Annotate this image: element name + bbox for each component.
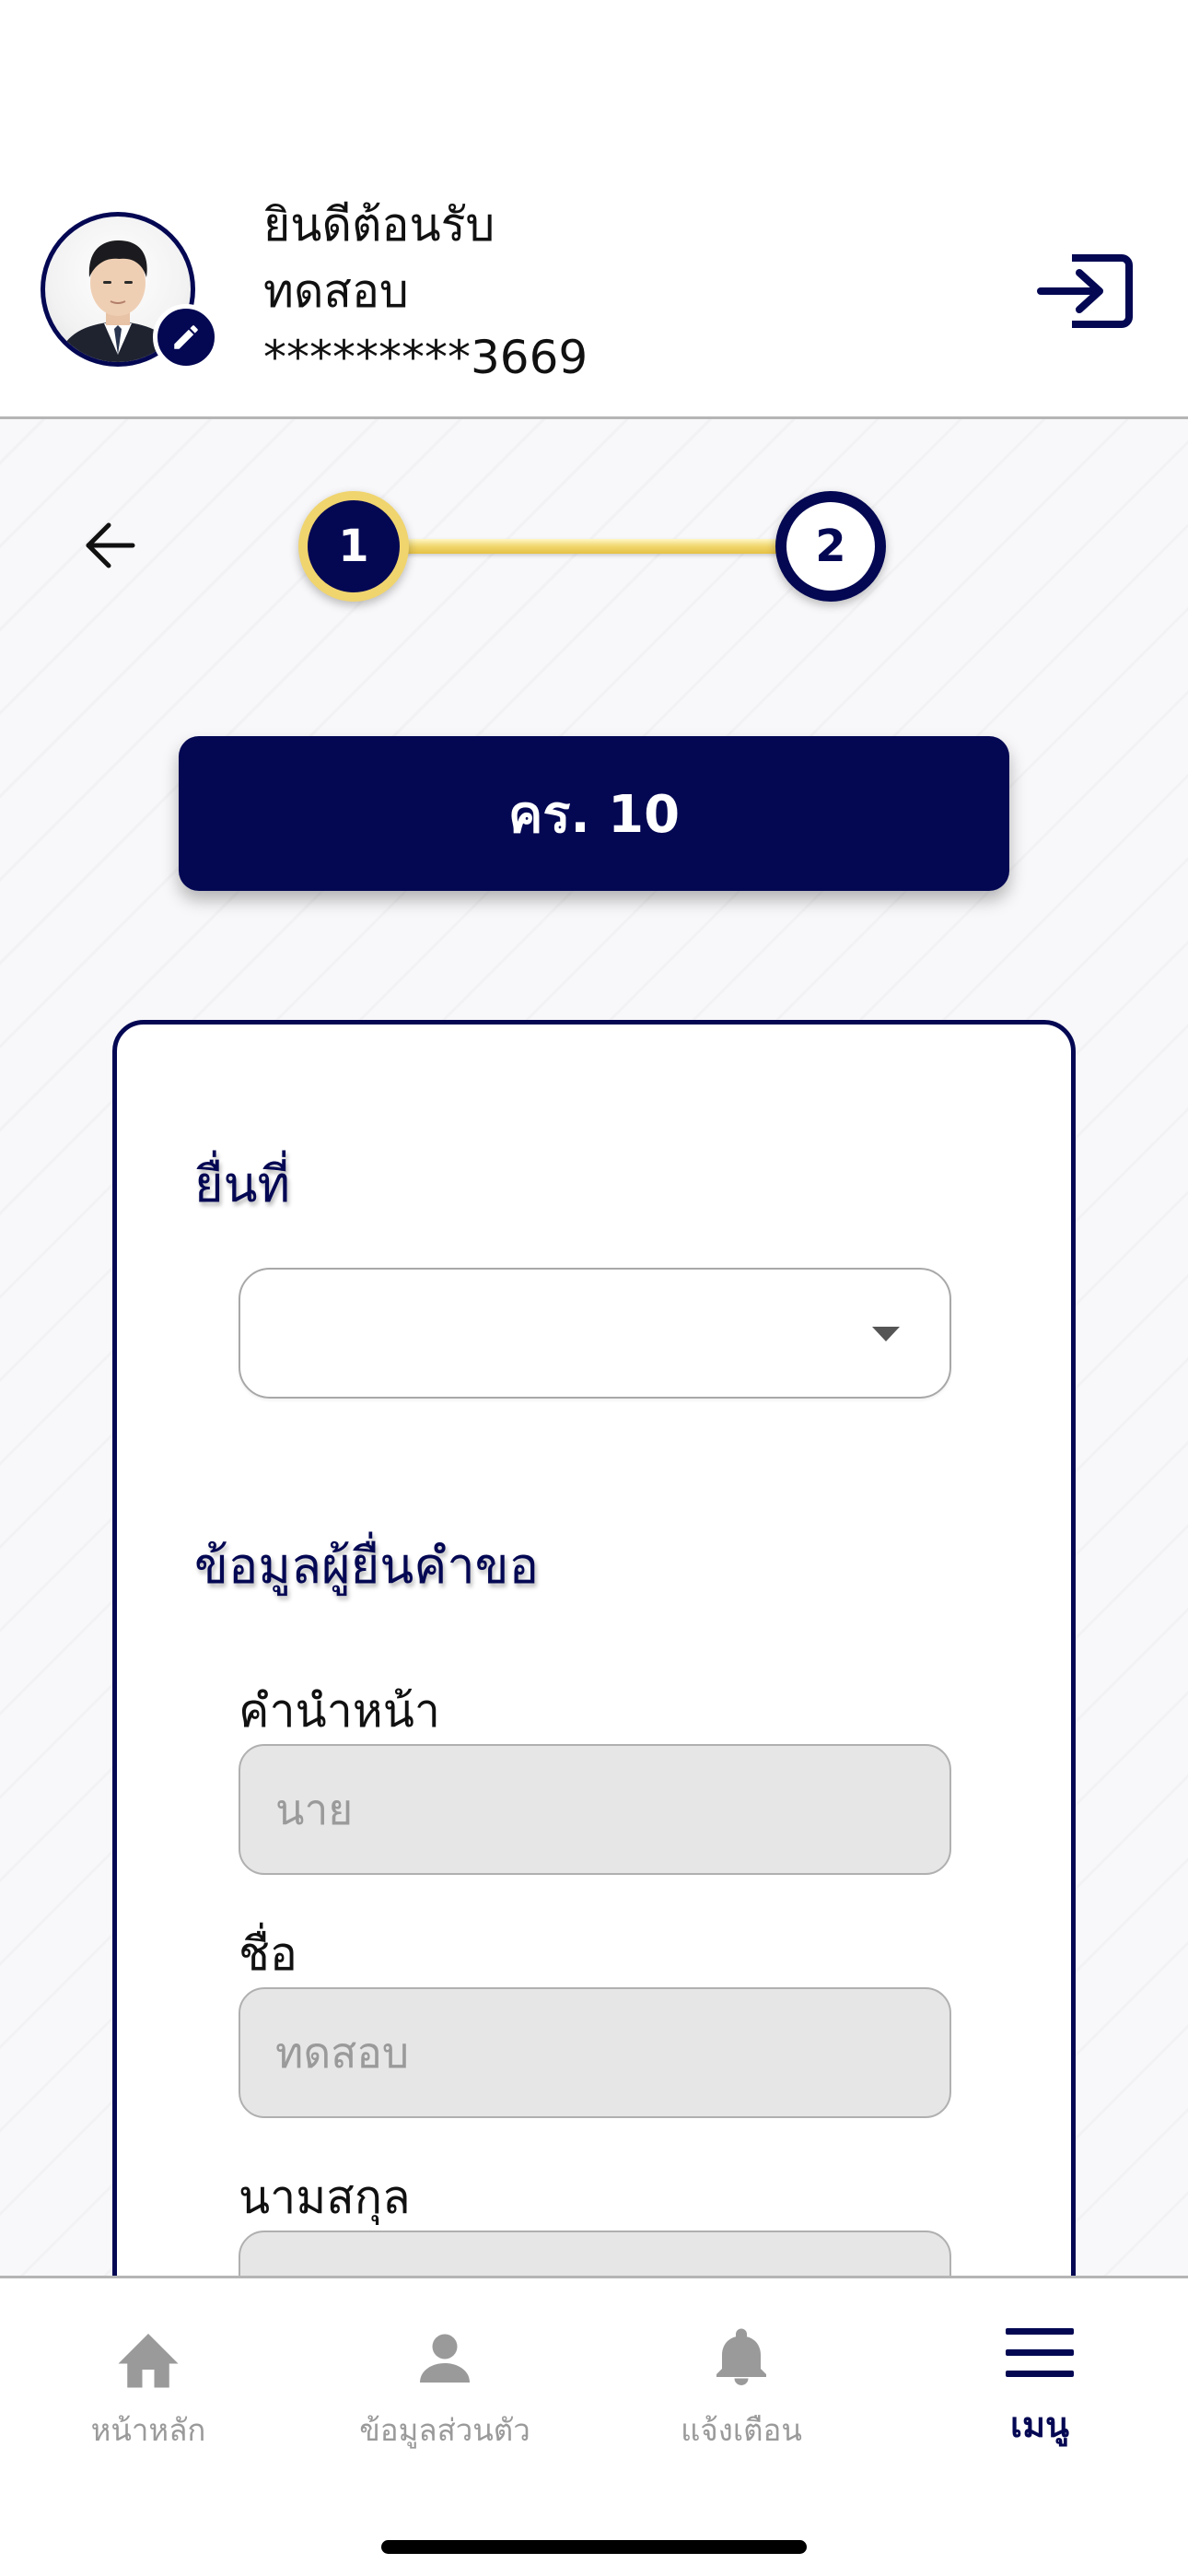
nav-item-menu[interactable]: เมนู (891, 2324, 1188, 2453)
logout-button[interactable] (1037, 251, 1135, 332)
home-icon (118, 2334, 179, 2388)
profile-avatar-group[interactable] (41, 212, 219, 378)
prefix-label: คำนำหน้า (239, 1684, 440, 1738)
home-indicator (381, 2540, 807, 2554)
last-name-field[interactable] (239, 2231, 951, 2278)
logout-icon (1037, 254, 1133, 328)
step-2-indicator: 2 (775, 491, 886, 602)
user-name: ทดสอบ (263, 264, 409, 318)
nav-item-home[interactable]: หน้าหลัก (0, 2324, 297, 2453)
bell-icon (716, 2328, 766, 2385)
form-title-banner: คร. 10 (179, 736, 1009, 891)
menu-icon (1006, 2328, 1074, 2377)
stepper-connector (405, 539, 783, 554)
nav-item-notifications[interactable]: แจ้งเตือน (593, 2324, 890, 2453)
nav-label-menu: เมนู (1009, 2405, 1069, 2445)
step-1-indicator: 1 (298, 491, 409, 602)
masked-id: *********3669 (263, 331, 588, 384)
first-name-label: ชื่อ (239, 1927, 297, 1981)
first-name-field[interactable] (239, 1987, 951, 2118)
submit-at-label: ยื่นที่ (194, 1155, 291, 1213)
last-name-label: นามสกุล (239, 2171, 411, 2224)
back-button[interactable] (81, 516, 140, 575)
form-card: ยื่นที่ ข้อมูลผู้ยื่นคำขอ คำนำหน้า ชื่อ … (112, 1020, 1076, 2278)
person-icon (420, 2334, 470, 2383)
nav-label-notifications: แจ้งเตือน (681, 2412, 802, 2448)
edit-avatar-button[interactable] (153, 304, 219, 370)
applicant-section-title: ข้อมูลผู้ยื่นคำขอ (194, 1537, 540, 1595)
arrow-left-icon (86, 522, 135, 568)
dropdown-caret-icon (872, 1327, 900, 1341)
nav-label-home: หน้าหลัก (90, 2412, 206, 2448)
submit-at-select[interactable] (239, 1268, 951, 1399)
nav-label-profile: ข้อมูลส่วนตัว (359, 2412, 530, 2448)
bottom-navigation: หน้าหลัก ข้อมูลส่วนตัว แจ้งเตือน เมนู (0, 2276, 1188, 2576)
welcome-block: ยินดีต้อนรับ ทดสอบ *********3669 (263, 192, 588, 391)
prefix-field[interactable] (239, 1744, 951, 1875)
nav-item-profile[interactable]: ข้อมูลส่วนตัว (297, 2324, 593, 2453)
pencil-icon (174, 325, 198, 349)
app-header: ยินดีต้อนรับ ทดสอบ *********3669 (0, 0, 1188, 419)
greeting-text: ยินดีต้อนรับ (263, 198, 495, 252)
main-content[interactable]: 1 2 คร. 10 ยื่นที่ ข้อมูลผู้ยื่นคำขอ คำน… (0, 419, 1188, 2278)
